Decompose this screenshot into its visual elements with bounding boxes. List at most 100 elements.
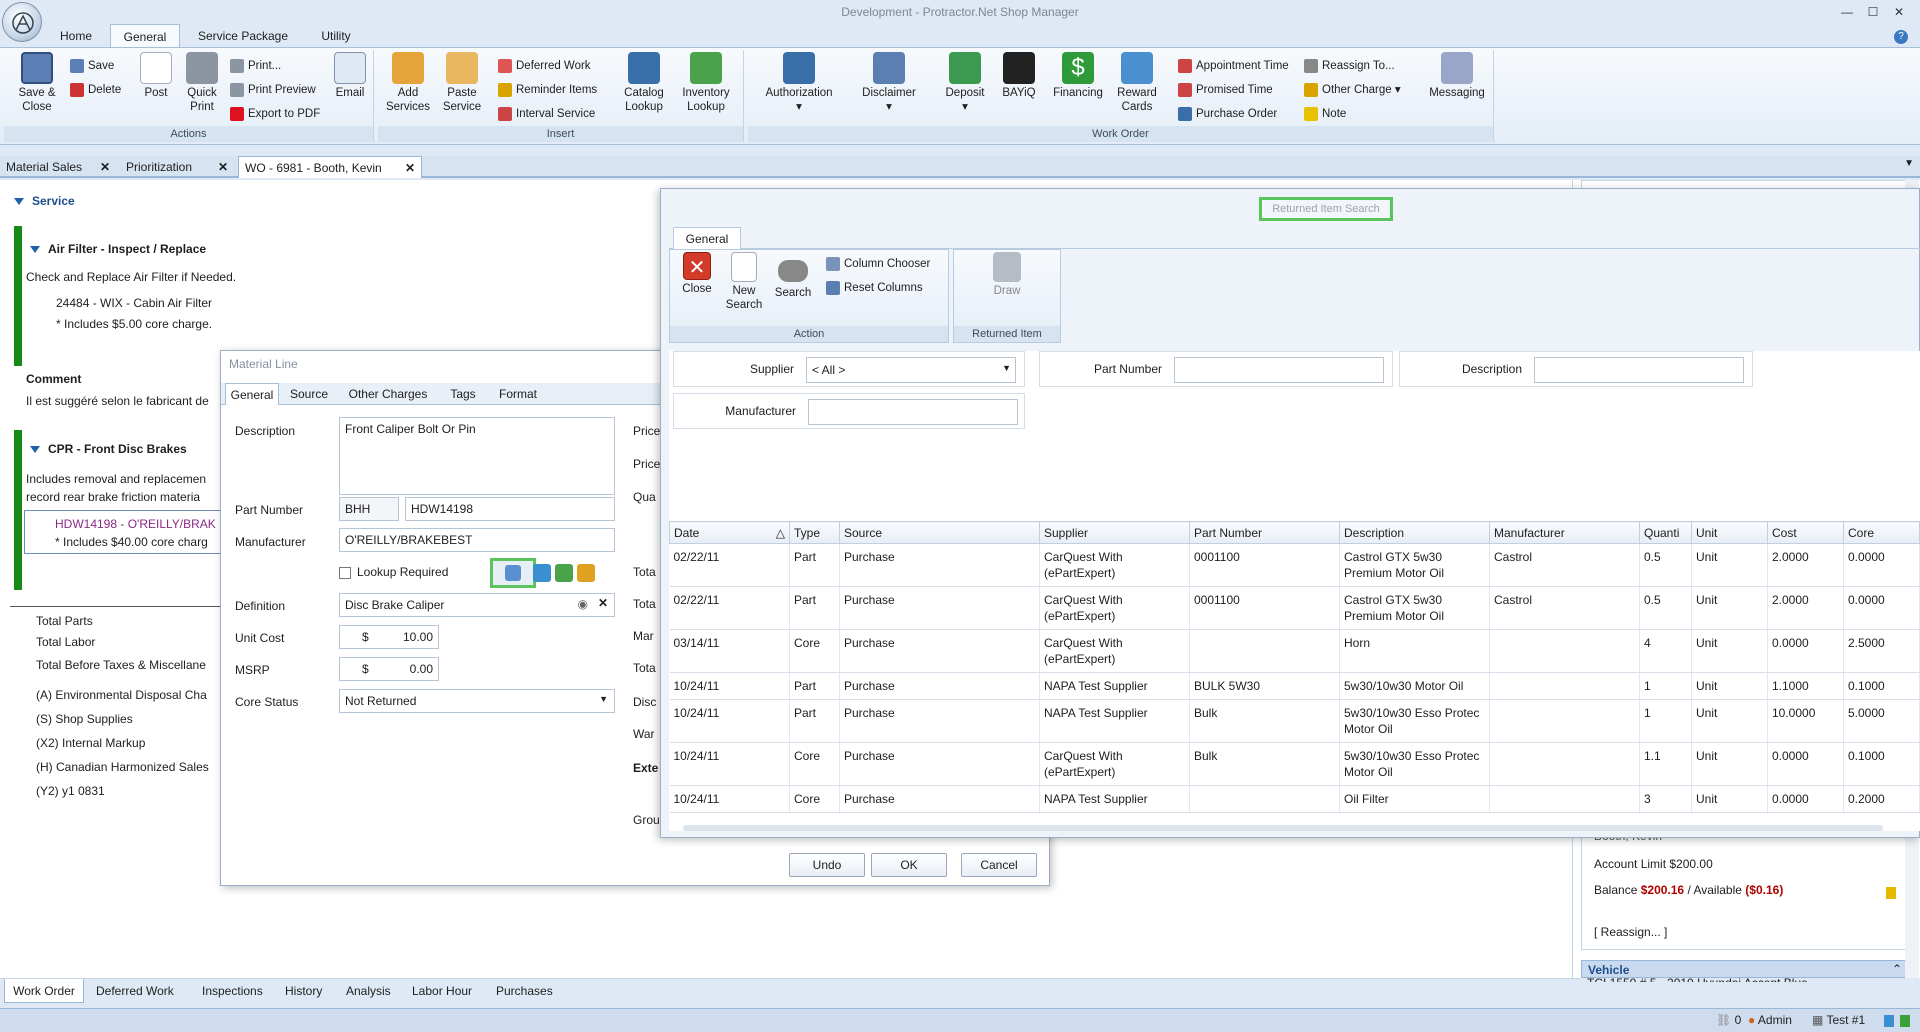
column-header-source[interactable]: Source [839, 521, 1040, 544]
notifications-indicator[interactable]: ⛓ 0 [1716, 1013, 1741, 1027]
tab-general[interactable]: General [110, 24, 180, 48]
authorization-button[interactable]: Authorization ▾ [756, 52, 842, 114]
service-item-title[interactable]: Air Filter - Inspect / Replace [30, 242, 206, 256]
tab-general[interactable]: General [673, 227, 741, 249]
tab-tags[interactable]: Tags [443, 383, 483, 405]
interval-service-button[interactable]: Interval Service [498, 104, 595, 124]
bayiq-button[interactable]: BAYiQ [996, 52, 1042, 100]
collapse-icon[interactable] [30, 446, 40, 454]
table-row[interactable]: 03/14/11 Core Purchase CarQuest With (ePart… [669, 629, 1920, 673]
column-header-unit[interactable]: Unit [1691, 521, 1768, 544]
maximize-button[interactable]: ☐ [1862, 2, 1884, 22]
tab-analysis[interactable]: Analysis [346, 979, 391, 1003]
add-services-button[interactable]: Add Services [384, 52, 432, 114]
user-indicator[interactable]: ● Admin [1748, 1013, 1792, 1027]
horizontal-scrollbar[interactable] [683, 825, 1883, 831]
chevron-down-icon[interactable]: ▼ [599, 694, 608, 704]
manufacturer-field[interactable]: O'REILLY/BRAKEBEST [339, 528, 615, 552]
table-row[interactable]: 10/24/11 Core Purchase CarQuest With (ePart… [669, 742, 1920, 786]
reward-cards-button[interactable]: Reward Cards [1114, 52, 1160, 114]
location-indicator[interactable]: ▦ Test #1 [1812, 1013, 1865, 1027]
service-part-line[interactable]: 24484 - WIX - Cabin Air Filter [56, 296, 212, 310]
part-prefix-field[interactable]: BHH [339, 497, 399, 521]
lookup-supplier-icon[interactable] [577, 564, 595, 582]
undo-button[interactable]: Undo [789, 853, 865, 877]
table-row[interactable]: 02/22/11 Part Purchase CarQuest With (ePart… [669, 543, 1920, 587]
lookup-action-button[interactable] [490, 558, 536, 588]
tab-inspections[interactable]: Inspections [202, 979, 263, 1003]
collapse-icon[interactable] [30, 246, 40, 254]
delete-button[interactable]: Delete [70, 80, 121, 100]
flag-icon[interactable] [1886, 887, 1896, 899]
cancel-button[interactable]: Cancel [961, 853, 1037, 877]
note-button[interactable]: Note [1304, 104, 1346, 124]
close-window-button[interactable]: ✕ [1888, 2, 1910, 22]
tab-purchases[interactable]: Purchases [496, 979, 553, 1003]
tab-general[interactable]: General [225, 383, 279, 405]
collapse-up-icon[interactable]: ⌃ [1892, 962, 1902, 976]
part-number-field[interactable]: HDW14198 [405, 497, 615, 521]
help-icon[interactable]: ? [1894, 30, 1908, 44]
column-chooser-button[interactable]: Column Chooser [826, 254, 930, 274]
service-item-title[interactable]: CPR - Front Disc Brakes [30, 442, 187, 456]
reminder-items-button[interactable]: Reminder Items [498, 80, 597, 100]
lookup-required-checkbox[interactable]: Lookup Required [339, 565, 448, 579]
deferred-work-button[interactable]: Deferred Work [498, 56, 591, 76]
tab-history[interactable]: History [285, 979, 322, 1003]
print-button[interactable]: Print... [230, 56, 281, 76]
catalog-lookup-button[interactable]: Catalog Lookup [618, 52, 670, 114]
supplier-select[interactable]: < All > ▼ [806, 357, 1016, 383]
purchase-order-button[interactable]: Purchase Order [1178, 104, 1277, 124]
column-header-date[interactable]: Date △ [669, 521, 790, 544]
doc-tab-material-sales[interactable]: Material Sales ✕ [0, 156, 116, 178]
eye-icon[interactable]: ◉ [578, 597, 588, 611]
doc-tab-work-order[interactable]: WO - 6981 - Booth, Kevin ✕ [238, 156, 422, 178]
close-search-button[interactable]: ✕ Close [676, 252, 718, 296]
tab-utility[interactable]: Utility [306, 24, 366, 48]
minimize-button[interactable]: — [1836, 2, 1858, 22]
table-row[interactable]: 10/24/11 Part Purchase NAPA Test Supplier Bu… [669, 699, 1920, 743]
column-header-cost[interactable]: Cost [1767, 521, 1844, 544]
reassign-link[interactable]: [ Reassign... ] [1594, 925, 1667, 939]
manufacturer-input[interactable] [808, 399, 1018, 425]
tab-other-charges[interactable]: Other Charges [341, 383, 435, 405]
save-close-button[interactable]: Save & Close [12, 52, 62, 114]
definition-field[interactable]: Disc Brake Caliper ◉ ✕ [339, 593, 615, 617]
export-pdf-button[interactable]: Export to PDF [230, 104, 320, 124]
column-header-part-number[interactable]: Part Number [1189, 521, 1340, 544]
tab-work-order[interactable]: Work Order [4, 979, 84, 1003]
table-row[interactable]: 10/24/11 Core Purchase NAPA Test Supplier Oi… [669, 785, 1920, 813]
promised-time-button[interactable]: Promised Time [1178, 80, 1273, 100]
save-button[interactable]: Save [70, 56, 114, 76]
ok-button[interactable]: OK [871, 853, 947, 877]
collapse-icon[interactable] [14, 198, 24, 206]
chevron-down-icon[interactable]: ▼ [1002, 363, 1011, 373]
selected-part-row[interactable]: HDW14198 - O'REILLY/BRAK * Includes $40.… [24, 510, 224, 554]
tab-format[interactable]: Format [491, 383, 545, 405]
clear-icon[interactable]: ✕ [598, 596, 608, 610]
deposit-button[interactable]: Deposit ▾ [940, 52, 990, 114]
lookup-catalog-icon[interactable] [533, 564, 551, 582]
other-charge-button[interactable]: Other Charge ▾ [1304, 80, 1401, 100]
tab-source[interactable]: Source [285, 383, 333, 405]
column-header-description[interactable]: Description [1339, 521, 1490, 544]
close-tab-icon[interactable]: ✕ [100, 156, 110, 178]
messaging-button[interactable]: Messaging [1424, 52, 1490, 100]
tab-service-package[interactable]: Service Package [188, 24, 298, 48]
tab-deferred-work[interactable]: Deferred Work [96, 979, 174, 1003]
table-row[interactable]: 02/22/11 Part Purchase CarQuest With (ePart… [669, 586, 1920, 630]
financing-button[interactable]: $ Financing [1050, 52, 1106, 100]
new-search-button[interactable]: New Search [724, 252, 764, 312]
reset-columns-button[interactable]: Reset Columns [826, 278, 923, 298]
column-header-supplier[interactable]: Supplier [1039, 521, 1190, 544]
close-tab-icon[interactable]: ✕ [218, 156, 228, 178]
appointment-time-button[interactable]: Appointment Time [1178, 56, 1289, 76]
tab-home[interactable]: Home [48, 24, 104, 48]
tab-labor-hour[interactable]: Labor Hour [412, 979, 472, 1003]
email-button[interactable]: Email [330, 52, 370, 100]
doc-tab-prioritization[interactable]: Prioritization ✕ [120, 156, 234, 178]
status-flag-icon[interactable] [1900, 1015, 1910, 1027]
reassign-button[interactable]: Reassign To... [1304, 56, 1395, 76]
table-row[interactable]: 10/24/11 Part Purchase NAPA Test Supplier BU… [669, 672, 1920, 700]
description-field[interactable]: Front Caliper Bolt Or Pin [339, 417, 615, 495]
